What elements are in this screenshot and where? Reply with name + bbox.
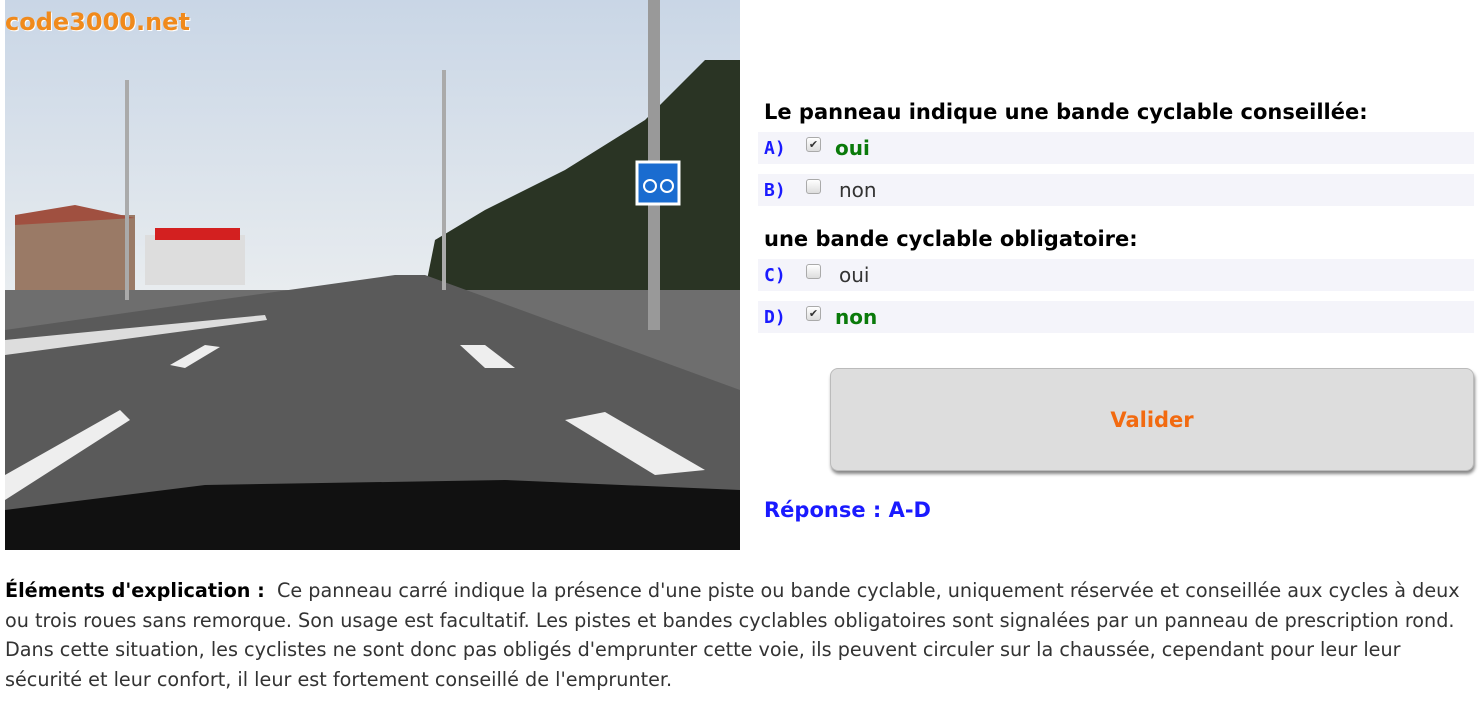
option-letter: C) <box>764 264 786 286</box>
explanation: Éléments d'explication : Ce panneau carr… <box>5 576 1475 694</box>
option-c[interactable]: C) oui <box>758 259 1474 291</box>
option-d[interactable]: D) ✔ non <box>758 301 1474 333</box>
option-letter: A) <box>764 137 786 159</box>
option-d-checkbox[interactable]: ✔ <box>806 305 821 321</box>
option-a[interactable]: A) ✔ oui <box>758 132 1474 164</box>
option-c-checkbox[interactable] <box>806 263 821 279</box>
option-label: non <box>835 305 878 329</box>
answer-text: Réponse : A-D <box>764 498 931 522</box>
option-a-checkbox[interactable]: ✔ <box>806 136 821 152</box>
watermark-logo: code3000.net <box>5 8 190 36</box>
option-letter: D) <box>764 306 786 328</box>
option-label: oui <box>839 263 870 287</box>
question-1: Le panneau indique une bande cyclable co… <box>764 100 1368 124</box>
road-scene-photo <box>5 0 740 550</box>
validate-button[interactable]: Valider <box>830 368 1474 471</box>
option-b[interactable]: B) non <box>758 174 1474 206</box>
explanation-title: Éléments d'explication : <box>5 579 265 602</box>
option-label: non <box>839 178 877 202</box>
option-letter: B) <box>764 179 786 201</box>
option-label: oui <box>835 136 870 160</box>
option-b-checkbox[interactable] <box>806 178 821 194</box>
question-2: une bande cyclable obligatoire: <box>764 227 1138 251</box>
